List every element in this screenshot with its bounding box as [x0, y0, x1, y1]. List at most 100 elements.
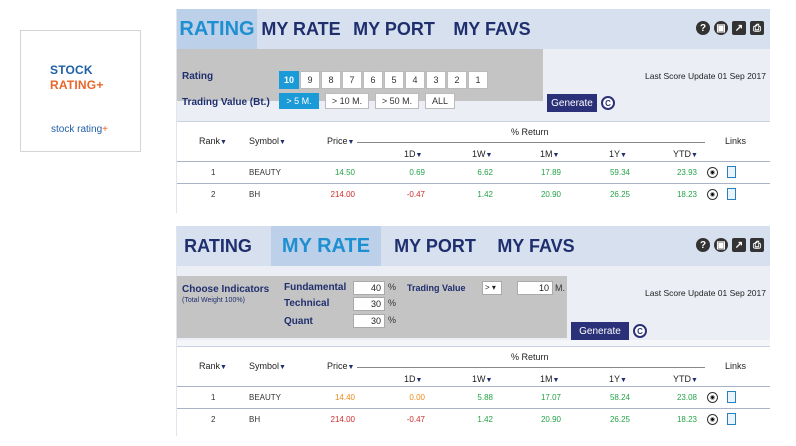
tab-rating[interactable]: RATING: [177, 226, 259, 266]
tab-my-favs[interactable]: MY FAVS: [447, 9, 537, 49]
trading-unit: M.: [555, 283, 565, 293]
trading-operator-select[interactable]: > ▾: [482, 281, 502, 295]
header-symbol[interactable]: Symbol▼: [249, 361, 286, 371]
cell-1w: 1.42: [477, 190, 493, 199]
tab-my-port[interactable]: MY PORT: [349, 9, 439, 49]
trading-amount-input[interactable]: 10: [517, 281, 553, 295]
chart-icon[interactable]: ◉: [707, 414, 718, 425]
rating-button-2[interactable]: 2: [447, 71, 467, 89]
header-1w[interactable]: 1W▼: [472, 149, 492, 159]
last-update-text: Last Score Update 01 Sep 2017: [645, 288, 766, 298]
chart-icon[interactable]: ◉: [707, 189, 718, 200]
header-1w[interactable]: 1W▼: [472, 374, 492, 384]
cell-ytd: 23.93: [676, 168, 697, 177]
tab-my-favs[interactable]: MY FAVS: [491, 226, 581, 266]
header-1d[interactable]: 1D▼: [404, 374, 422, 384]
cell-1m: 20.90: [540, 415, 561, 424]
header-ytd[interactable]: YTD▼: [673, 149, 698, 159]
trading-button-5m[interactable]: > 5 M.: [279, 93, 319, 109]
table-row[interactable]: 2 BH 214.00 -0.47 1.42 20.90 26.25 18.23…: [177, 183, 770, 205]
tab-my-port[interactable]: MY PORT: [389, 226, 481, 266]
header-ytd[interactable]: YTD▼: [673, 374, 698, 384]
tab-rating[interactable]: RATING: [177, 9, 257, 49]
share-icon[interactable]: ↗: [732, 21, 746, 35]
document-icon[interactable]: [727, 413, 736, 425]
cell-rank: 1: [211, 168, 216, 177]
rating-button-6[interactable]: 6: [363, 71, 383, 89]
header-rank[interactable]: Rank▼: [199, 136, 227, 146]
print-icon[interactable]: ⎙: [750, 21, 764, 35]
header-rank[interactable]: Rank▼: [199, 361, 227, 371]
rating-button-8[interactable]: 8: [321, 71, 341, 89]
share-icon[interactable]: ↗: [732, 238, 746, 252]
c-circle-icon[interactable]: C: [633, 324, 647, 338]
cell-1y: 58.24: [609, 393, 630, 402]
rating-panel: RATING MY RATE MY PORT MY FAVS ? ▣ ↗ ⎙ R…: [176, 9, 770, 213]
logo-text-stock: STOCK: [50, 63, 93, 77]
cell-rank: 1: [211, 393, 216, 402]
return-divider: [357, 367, 705, 368]
header-1y[interactable]: 1Y▼: [609, 374, 627, 384]
chart-icon[interactable]: ◉: [707, 167, 718, 178]
fundamental-label: Fundamental: [284, 282, 347, 293]
header-1d[interactable]: 1D▼: [404, 149, 422, 159]
my-rate-table: Rank▼ Symbol▼ Price▼ % Return 1D▼ 1W▼ 1M…: [177, 346, 770, 440]
technical-weight-input[interactable]: 30: [353, 297, 385, 311]
header-1y[interactable]: 1Y▼: [609, 149, 627, 159]
fundamental-weight-input[interactable]: 40: [353, 281, 385, 295]
quant-weight-input[interactable]: 30: [353, 314, 385, 328]
cell-1m: 20.90: [540, 190, 561, 199]
cell-symbol[interactable]: BH: [249, 190, 260, 199]
rating-button-1[interactable]: 1: [468, 71, 488, 89]
c-circle-icon[interactable]: C: [601, 96, 615, 110]
logo-card: STOCK RATING+ stock rating+: [20, 30, 141, 152]
cell-symbol[interactable]: BH: [249, 415, 260, 424]
header-1m[interactable]: 1M▼: [540, 149, 559, 159]
chart-icon[interactable]: ◉: [707, 392, 718, 403]
rating-button-3[interactable]: 3: [426, 71, 446, 89]
cell-symbol[interactable]: BEAUTY: [249, 393, 281, 402]
tab-my-rate[interactable]: MY RATE: [259, 9, 343, 49]
trading-button-10m[interactable]: > 10 M.: [325, 93, 369, 109]
document-icon[interactable]: [727, 391, 736, 403]
rating-button-7[interactable]: 7: [342, 71, 362, 89]
cell-price: 14.50: [334, 168, 355, 177]
book-icon[interactable]: ▣: [714, 238, 728, 252]
header-1m[interactable]: 1M▼: [540, 374, 559, 384]
filter-area: Rating Trading Value (Bt.) 10 9 8 7 6 5 …: [177, 49, 770, 121]
table-row[interactable]: 1 BEAUTY 14.50 0.69 6.62 17.89 59.34 23.…: [177, 161, 770, 183]
cell-1w: 1.42: [477, 415, 493, 424]
generate-button[interactable]: Generate: [547, 94, 597, 112]
toolbar: ? ▣ ↗ ⎙: [696, 238, 764, 252]
cell-1y: 26.25: [609, 415, 630, 424]
cell-1d: 0.69: [409, 168, 425, 177]
header-return: % Return: [511, 127, 549, 137]
cell-price: 14.40: [334, 393, 355, 402]
generate-button[interactable]: Generate: [571, 322, 629, 340]
tab-my-rate[interactable]: MY RATE: [271, 226, 381, 266]
header-price[interactable]: Price▼: [327, 361, 354, 371]
print-icon[interactable]: ⎙: [750, 238, 764, 252]
header-price[interactable]: Price▼: [327, 136, 354, 146]
help-icon[interactable]: ?: [696, 238, 710, 252]
help-icon[interactable]: ?: [696, 21, 710, 35]
rating-label: Rating: [182, 71, 214, 82]
cell-ytd: 18.23: [676, 415, 697, 424]
cell-symbol[interactable]: BEAUTY: [249, 168, 281, 177]
cell-1y: 59.34: [609, 168, 630, 177]
trading-button-50m[interactable]: > 50 M.: [375, 93, 419, 109]
percent-sign: %: [388, 282, 397, 292]
table-row[interactable]: 2 BH 214.00 -0.47 1.42 20.90 26.25 18.23…: [177, 408, 770, 430]
choose-indicators-label: Choose Indicators: [182, 284, 270, 295]
cell-1y: 26.25: [609, 190, 630, 199]
book-icon[interactable]: ▣: [714, 21, 728, 35]
rating-button-5[interactable]: 5: [384, 71, 404, 89]
document-icon[interactable]: [727, 166, 736, 178]
header-symbol[interactable]: Symbol▼: [249, 136, 286, 146]
rating-button-10[interactable]: 10: [279, 71, 299, 89]
table-row[interactable]: 1 BEAUTY 14.40 0.00 5.88 17.07 58.24 23.…: [177, 386, 770, 408]
rating-button-4[interactable]: 4: [405, 71, 425, 89]
document-icon[interactable]: [727, 188, 736, 200]
trading-button-all[interactable]: ALL: [425, 93, 455, 109]
rating-button-9[interactable]: 9: [300, 71, 320, 89]
